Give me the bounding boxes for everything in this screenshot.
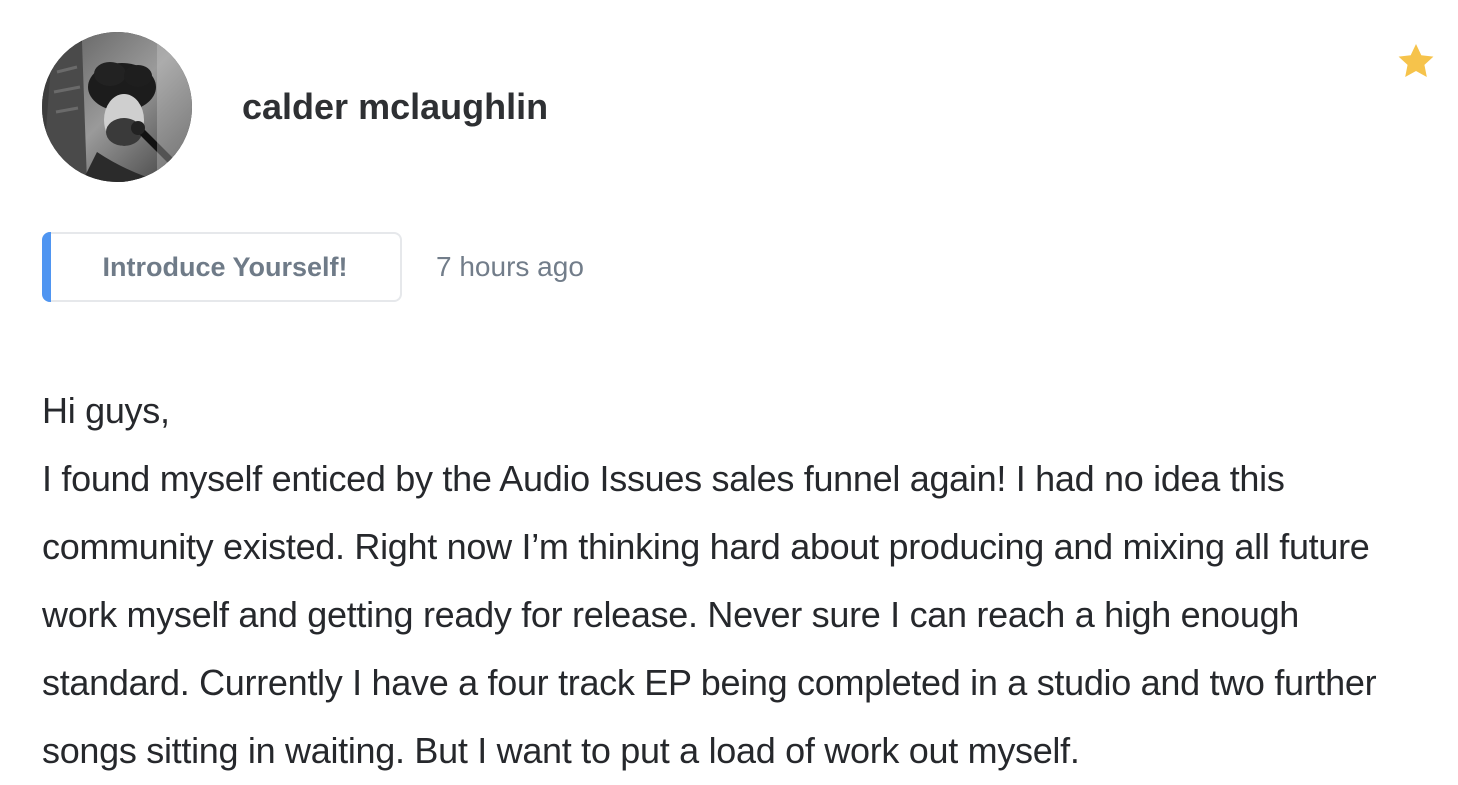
category-label: Introduce Yourself! [102,251,348,282]
category-color-bar [42,232,51,302]
author-avatar[interactable] [42,32,192,182]
post-paragraph: I found myself enticed by the Audio Issu… [42,458,1377,771]
post-greeting: Hi guys, [42,390,170,431]
post-card: calder mclaughlin Introduce Yourself! 7 … [0,0,1458,774]
user-avatar-icon [42,32,192,182]
favorite-star-button[interactable] [1394,40,1438,84]
post-timestamp[interactable]: 7 hours ago [436,251,584,283]
star-icon [1398,44,1434,78]
post-meta: Introduce Yourself! 7 hours ago [42,232,584,302]
author-name[interactable]: calder mclaughlin [242,86,548,128]
category-tag[interactable]: Introduce Yourself! [42,232,402,302]
post-body: Hi guys, I found myself enticed by the A… [42,377,1452,785]
